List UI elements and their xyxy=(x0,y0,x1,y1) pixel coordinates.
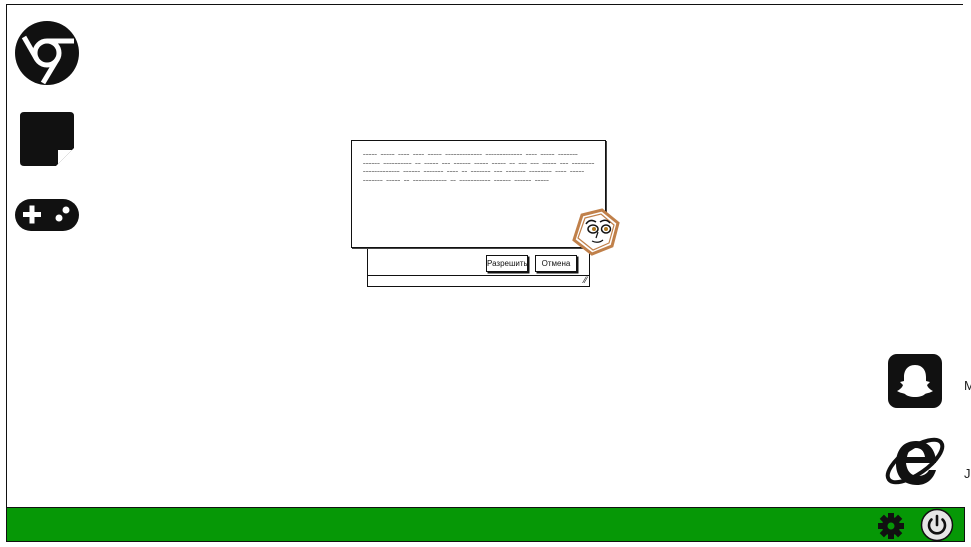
dialog-message: ~~~~~ ~~~~~ ~~~~ ~~~~ ~~~~~ ~~~~~~~~~~~~… xyxy=(363,152,595,183)
gamepad-icon[interactable] xyxy=(14,197,80,233)
chrome-icon[interactable] xyxy=(14,20,80,86)
internet-explorer-icon[interactable] xyxy=(881,428,951,494)
snapchat-icon[interactable] xyxy=(887,353,943,409)
power-icon[interactable] xyxy=(920,508,954,547)
gear-icon[interactable] xyxy=(877,512,905,545)
dialog-button-panel: Разрешить Отмена ⁄⁄ xyxy=(367,244,590,287)
dialog-status-divider xyxy=(368,275,589,276)
taskbar xyxy=(6,507,965,542)
edge-label-1: M xyxy=(964,378,971,393)
right-edge-clip xyxy=(963,0,971,546)
resize-grip-icon[interactable]: ⁄⁄ xyxy=(584,276,587,285)
mascot-icon xyxy=(568,208,626,263)
edge-label-2: J xyxy=(964,466,971,481)
sticky-note-icon[interactable] xyxy=(18,110,76,168)
allow-button[interactable]: Разрешить xyxy=(486,255,528,272)
